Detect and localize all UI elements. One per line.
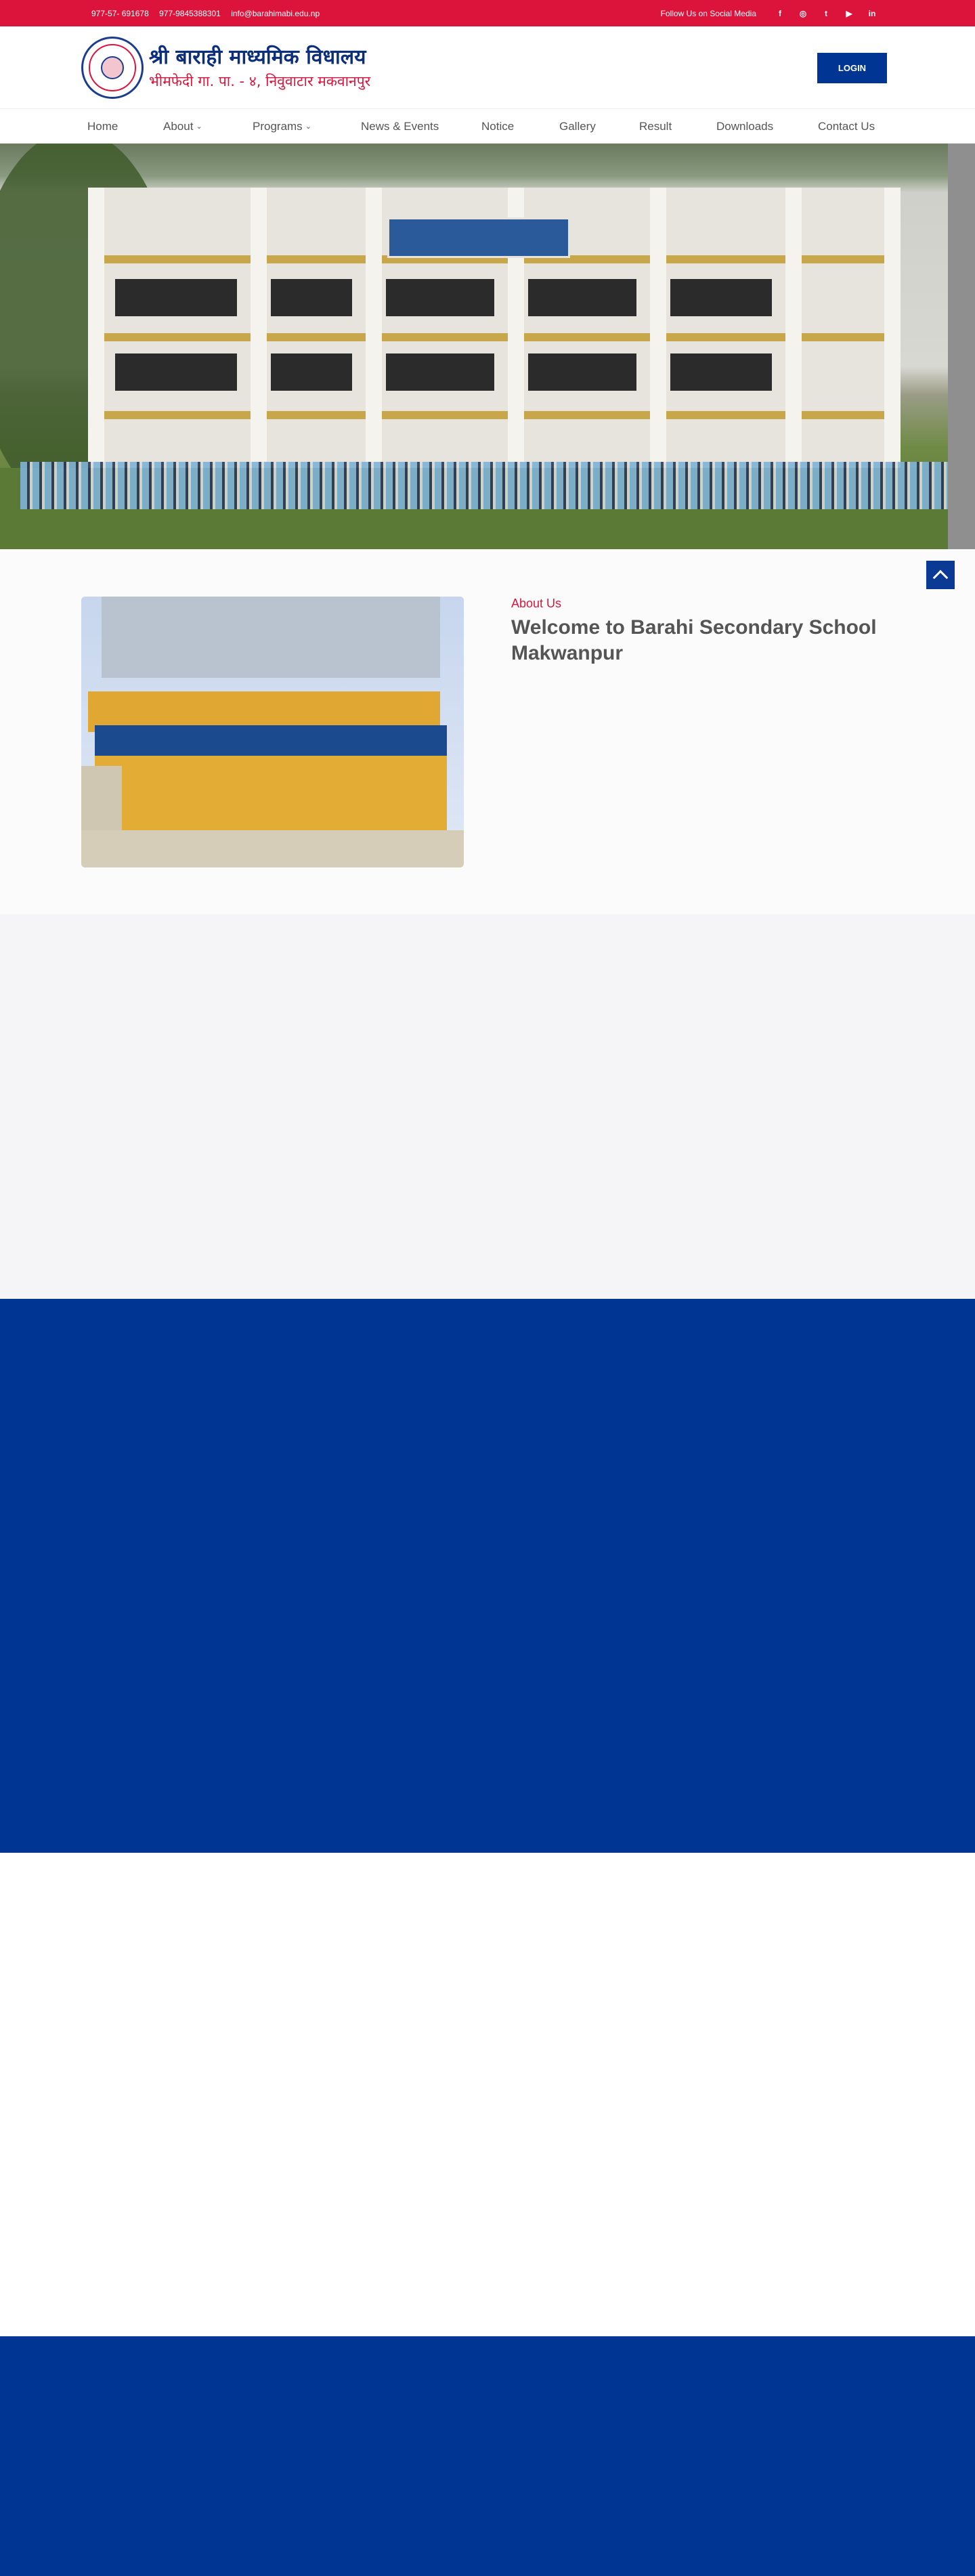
nav-news-events[interactable]: News & Events <box>361 120 481 133</box>
school-address: भीमफेदी गा. पा. - ४, निवुवाटार मकवानपुर <box>149 73 371 89</box>
nav-programs[interactable]: Programs ⌄ <box>253 120 361 133</box>
content-section-white <box>0 1853 975 2336</box>
about-heading: Welcome to Barahi Secondary School Makwa… <box>511 616 877 664</box>
school-name: श्री बाराही माध्यमिक विधालय <box>149 45 366 69</box>
nav-notice[interactable]: Notice <box>481 120 559 133</box>
content-section-grey <box>0 914 975 1299</box>
chevron-down-icon: ⌄ <box>196 123 202 131</box>
phone-1[interactable]: 977-57- 691678 <box>91 9 149 18</box>
nav-label: Programs <box>253 119 303 133</box>
login-button[interactable]: LOGIN <box>817 52 887 83</box>
nav-label: Contact Us <box>818 119 875 133</box>
nav-label: Result <box>639 119 672 133</box>
twitter-icon[interactable]: t <box>815 9 838 18</box>
students-assembly <box>20 462 955 509</box>
social-links: Follow Us on Social Media f ◎ t ▶ in <box>661 9 884 18</box>
nav-label: Home <box>87 119 118 133</box>
about-section: About Us Welcome to Barahi Secondary Sch… <box>0 549 975 914</box>
chevron-up-icon <box>932 570 949 585</box>
footer <box>0 2336 975 2576</box>
contact-info: 977-57- 691678 977-9845388301 info@barah… <box>91 9 328 18</box>
chevron-down-icon: ⌄ <box>305 123 311 131</box>
about-eyebrow: About Us <box>511 597 562 610</box>
content-section-blue <box>0 1299 975 1853</box>
email-link[interactable]: info@barahimabi.edu.np <box>231 9 320 18</box>
facebook-icon[interactable]: f <box>768 9 792 18</box>
nav-label: News & Events <box>361 119 439 133</box>
brand[interactable]: श्री बाराही माध्यमिक विधालय भीमफेदी गा. … <box>81 37 370 99</box>
scroll-to-top-button[interactable] <box>926 561 955 589</box>
nav-about[interactable]: About ⌄ <box>163 120 253 133</box>
about-school-photo <box>81 597 464 867</box>
follow-label: Follow Us on Social Media <box>660 8 756 18</box>
linkedin-icon[interactable]: in <box>861 9 884 18</box>
nav-label: Downloads <box>716 119 774 133</box>
nav-downloads[interactable]: Downloads <box>716 120 818 133</box>
nav-result[interactable]: Result <box>639 120 716 133</box>
nav-gallery[interactable]: Gallery <box>559 120 639 133</box>
nav-home[interactable]: Home <box>87 120 163 133</box>
youtube-icon[interactable]: ▶ <box>838 9 861 18</box>
phone-2[interactable]: 977-9845388301 <box>159 9 221 18</box>
school-building-photo <box>88 188 901 472</box>
top-bar: 977-57- 691678 977-9845388301 info@barah… <box>0 0 975 26</box>
instagram-icon[interactable]: ◎ <box>792 9 815 18</box>
nav-label: Notice <box>481 119 515 133</box>
nav-label: Gallery <box>559 119 596 133</box>
hero-banner <box>0 144 975 549</box>
school-logo <box>81 37 144 99</box>
nav-label: About <box>163 119 194 133</box>
nav-contact[interactable]: Contact Us <box>818 120 892 133</box>
site-header: श्री बाराही माध्यमिक विधालय भीमफेदी गा. … <box>0 26 975 109</box>
main-nav: Home About ⌄ Programs ⌄ News & Events Noti… <box>0 109 975 144</box>
